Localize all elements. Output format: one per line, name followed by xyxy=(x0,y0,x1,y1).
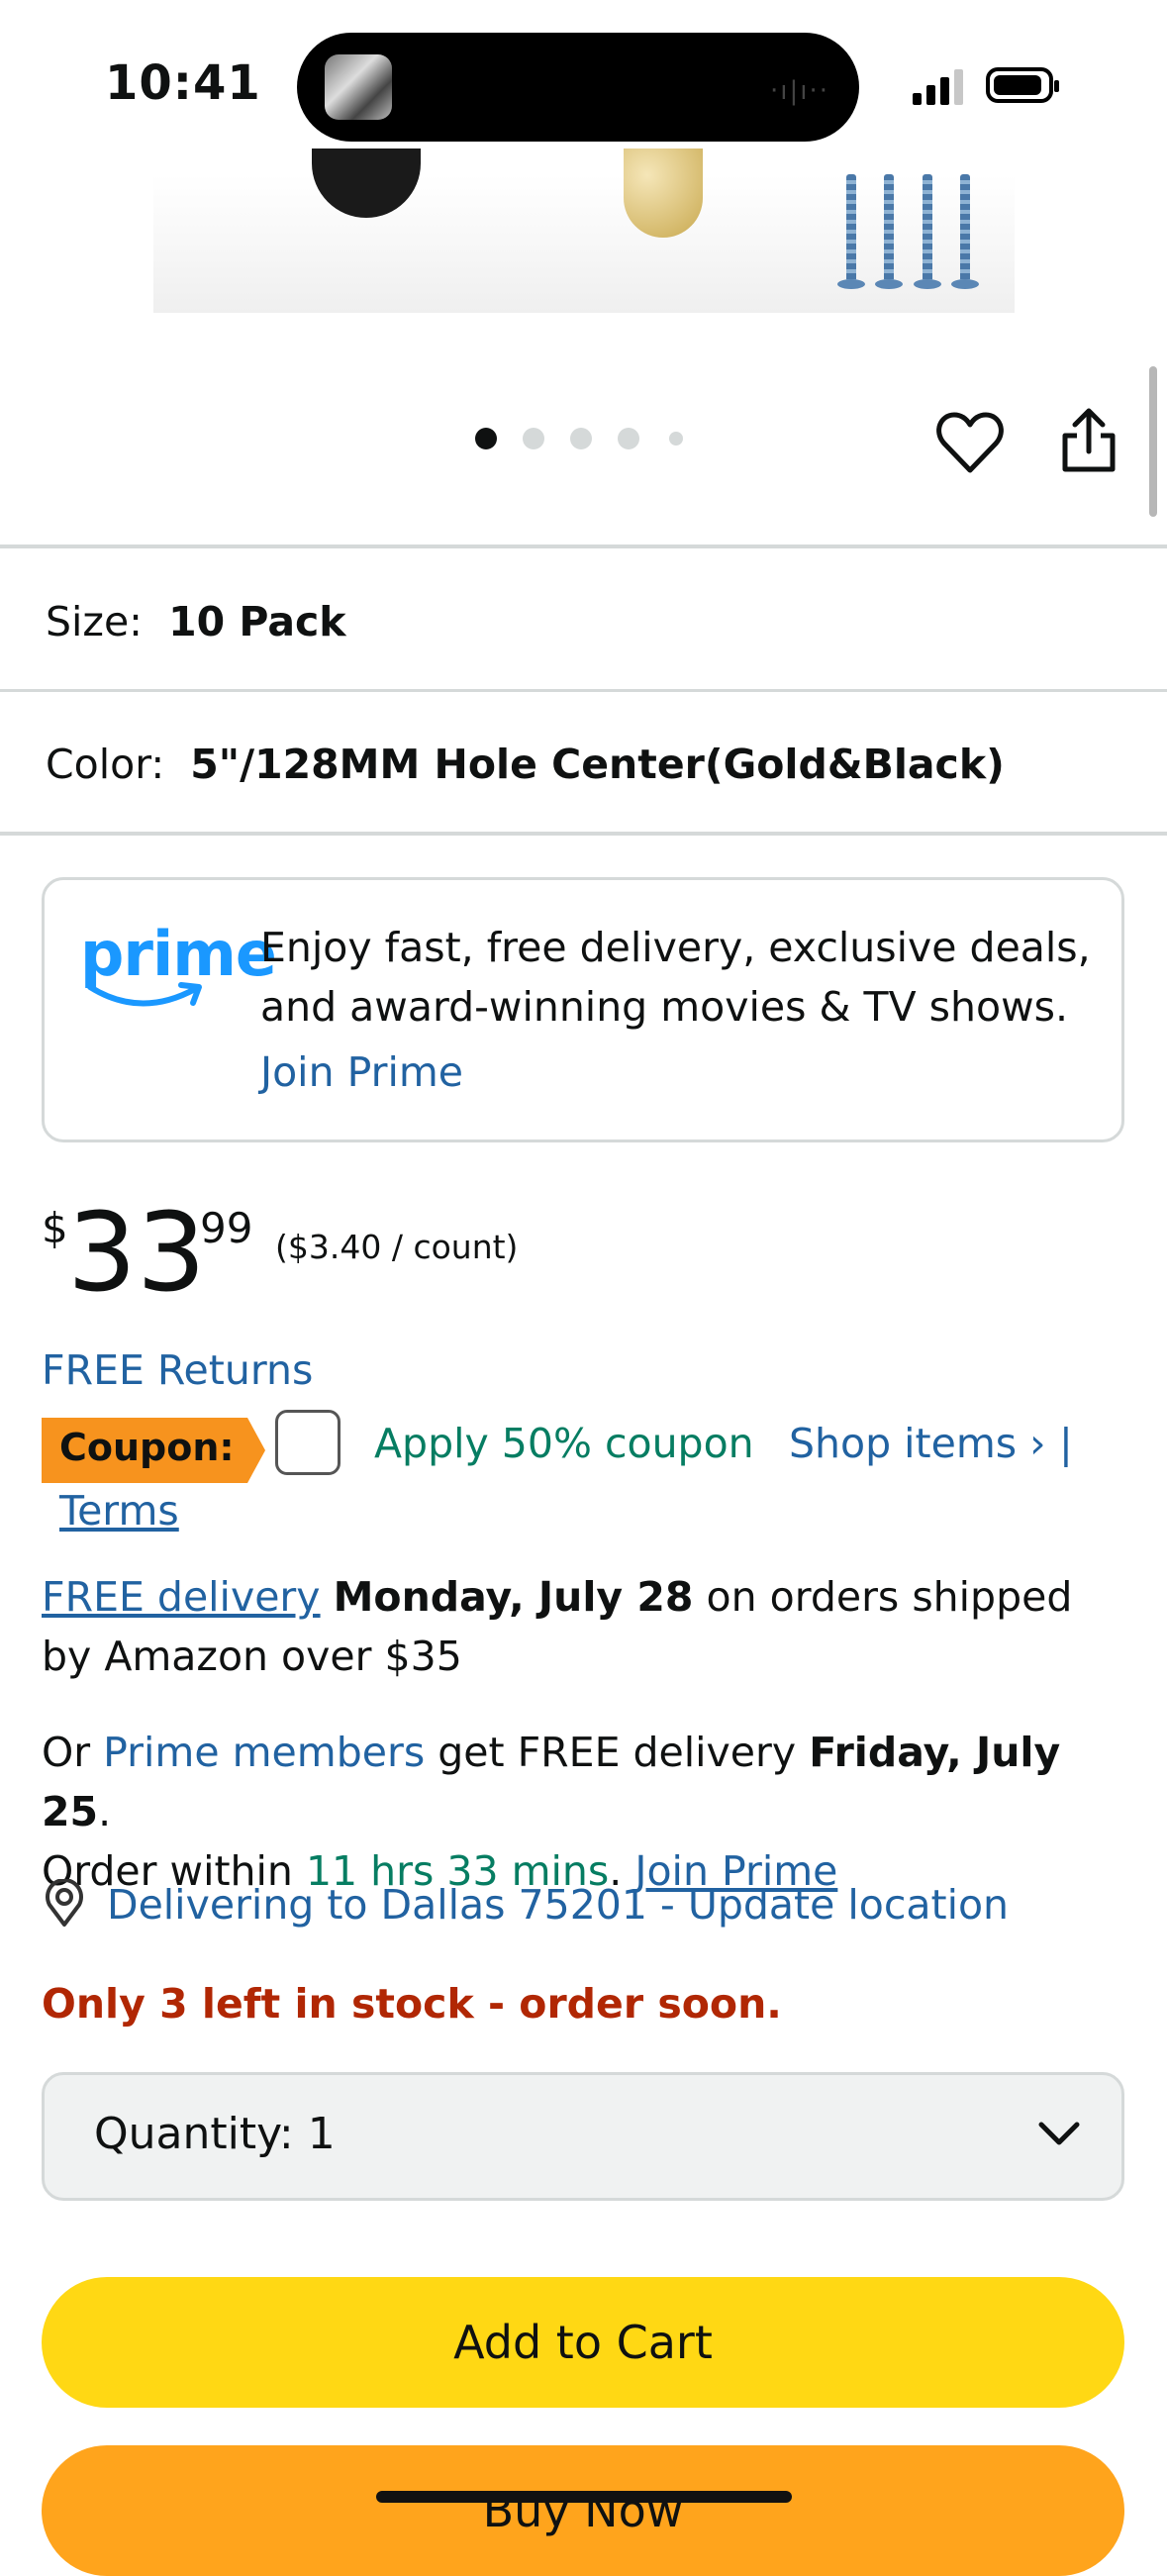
delivery-location-link[interactable]: Delivering to Dallas 75201 - Update loca… xyxy=(107,1875,1009,1934)
share-icon[interactable] xyxy=(1059,406,1118,475)
divider xyxy=(0,832,1167,836)
divider xyxy=(0,689,1167,692)
divider xyxy=(0,545,1167,548)
add-to-cart-button[interactable]: Add to Cart xyxy=(42,2277,1124,2408)
unit-price: ($3.40 / count) xyxy=(275,1228,519,1266)
chevron-down-icon xyxy=(1038,2122,1080,2145)
quantity-select[interactable]: Quantity: 1 xyxy=(42,2072,1124,2201)
scrollbar[interactable] xyxy=(1149,366,1157,517)
coupon-badge: Coupon: xyxy=(42,1418,265,1483)
price-whole: 33 xyxy=(67,1189,206,1316)
coupon-terms-link[interactable]: Terms xyxy=(59,1481,179,1540)
now-playing-thumbnail xyxy=(325,54,392,120)
prime-members-link[interactable]: Prime members xyxy=(103,1729,425,1776)
screw-image xyxy=(875,174,903,289)
free-delivery-link[interactable]: FREE delivery xyxy=(42,1573,321,1621)
carousel-dot[interactable] xyxy=(523,428,544,449)
quantity-label: Quantity: 1 xyxy=(94,2109,336,2159)
shop-items-link[interactable]: Shop items › xyxy=(789,1414,1046,1473)
coupon-badge-label: Coupon: xyxy=(59,1426,235,1469)
delivery-date: Monday, July 28 xyxy=(333,1573,694,1621)
status-time: 10:41 xyxy=(105,55,261,111)
price-currency: $ xyxy=(42,1204,68,1252)
screw-image xyxy=(837,174,865,289)
join-prime-link[interactable]: Join Prime xyxy=(260,1048,463,1096)
price-fraction: 99 xyxy=(200,1204,253,1252)
free-returns-link[interactable]: FREE Returns xyxy=(42,1340,313,1400)
dynamic-island[interactable]: ·ı|ı·· xyxy=(297,33,859,142)
battery-icon xyxy=(986,67,1059,103)
size-selector[interactable]: Size: 10 Pack xyxy=(46,598,346,645)
carousel-dot[interactable] xyxy=(669,432,683,446)
apply-coupon-label[interactable]: Apply 50% coupon xyxy=(374,1414,754,1473)
prime-promo-card: prime Enjoy fast, free delivery, exclusi… xyxy=(42,877,1124,1142)
size-value: 10 Pack xyxy=(168,598,346,645)
buy-now-button[interactable]: Buy Now xyxy=(42,2445,1124,2576)
carousel-dot[interactable] xyxy=(618,428,639,449)
carousel-dot[interactable] xyxy=(570,428,592,449)
prime-promo-text: Enjoy fast, free delivery, exclusive dea… xyxy=(260,924,1091,1031)
get-free-text: get FREE delivery xyxy=(425,1729,810,1776)
link-separator: | xyxy=(1059,1420,1073,1467)
audio-wave-icon: ·ı|ı·· xyxy=(769,76,829,106)
period: . xyxy=(98,1788,112,1835)
carousel-dot-active[interactable] xyxy=(475,428,497,449)
size-label: Size: xyxy=(46,598,143,645)
color-selector[interactable]: Color: 5"/128MM Hole Center(Gold&Black) xyxy=(46,741,1005,788)
color-label: Color: xyxy=(46,741,165,788)
or-text: Or xyxy=(42,1729,104,1776)
gold-knob-image xyxy=(624,149,703,238)
home-indicator[interactable] xyxy=(376,2491,792,2503)
standard-delivery-info: FREE delivery Monday, July 28 on orders … xyxy=(42,1567,1130,1686)
color-value: 5"/128MM Hole Center(Gold&Black) xyxy=(190,741,1005,788)
screw-image xyxy=(951,174,979,289)
heart-icon[interactable] xyxy=(935,411,1005,474)
coupon-checkbox[interactable] xyxy=(275,1410,340,1475)
prime-smile-icon xyxy=(87,982,202,1007)
cellular-signal-icon xyxy=(913,67,968,105)
location-pin-icon xyxy=(46,1879,83,1927)
screw-image xyxy=(914,174,941,289)
prime-delivery-info: Or Prime members get FREE delivery Frida… xyxy=(42,1723,1140,1901)
stock-warning: Only 3 left in stock - order soon. xyxy=(42,1980,782,2028)
